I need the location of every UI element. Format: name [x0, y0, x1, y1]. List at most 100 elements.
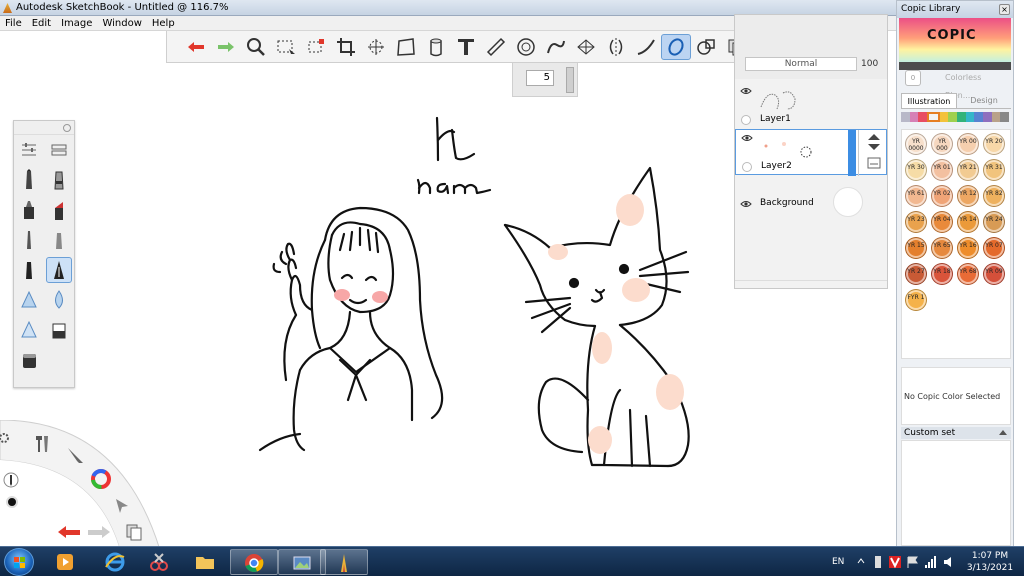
tab-illustration[interactable]: Illustration: [901, 93, 957, 108]
eye-icon[interactable]: [740, 200, 752, 208]
soft-brush[interactable]: [16, 287, 42, 313]
distort-button[interactable]: [391, 34, 421, 60]
lagoon-copy-button[interactable]: [124, 522, 144, 542]
ellipse-tool-button[interactable]: [661, 33, 691, 60]
custom-set-header[interactable]: Custom set: [901, 427, 1011, 439]
copic-swatch[interactable]: YR 18: [931, 263, 953, 285]
redo-button[interactable]: [211, 34, 241, 60]
lagoon-tools-button[interactable]: [32, 432, 52, 454]
copic-swatch[interactable]: YR 16: [957, 237, 979, 259]
copic-swatch[interactable]: YR 61: [905, 185, 927, 207]
usb-icon[interactable]: [872, 555, 884, 569]
menu-file[interactable]: File: [0, 16, 27, 30]
lagoon-brush-button[interactable]: [64, 444, 86, 466]
copic-swatch[interactable]: YR 01: [931, 159, 953, 181]
copic-swatch[interactable]: YR 30: [905, 159, 927, 181]
lasso-select-button[interactable]: [301, 34, 331, 60]
lagoon-redo-button[interactable]: [86, 522, 112, 542]
antivirus-icon[interactable]: [888, 555, 902, 569]
copic-swatch[interactable]: YR 12: [957, 185, 979, 207]
reorder-icon[interactable]: [859, 130, 889, 176]
eye-icon[interactable]: [740, 87, 752, 95]
airbrush-brush[interactable]: [46, 227, 72, 253]
canvas-drawing[interactable]: [200, 100, 720, 480]
lagoon-select-button[interactable]: [112, 496, 132, 516]
snipping-tool-button[interactable]: [136, 549, 184, 575]
symmetry-button[interactable]: [601, 34, 631, 60]
copic-swatch[interactable]: YR 15: [905, 237, 927, 259]
layer-row-selected[interactable]: Layer2: [735, 129, 889, 176]
zoom-button[interactable]: [241, 34, 271, 60]
system-clock[interactable]: 1:07 PM 3/13/2021: [960, 550, 1020, 574]
transform-button[interactable]: [361, 34, 391, 60]
hard-eraser-brush[interactable]: [46, 317, 72, 343]
blend-mode-select[interactable]: Normal: [745, 57, 857, 71]
copic-swatch[interactable]: YR 00: [957, 133, 979, 155]
file-explorer-button[interactable]: [182, 549, 230, 575]
background-layer-row[interactable]: Background: [735, 187, 887, 233]
shape-button[interactable]: [691, 34, 721, 60]
crop-button[interactable]: [331, 34, 361, 60]
copic-swatch[interactable]: YR 23: [905, 211, 927, 233]
copic-swatch[interactable]: YR 09: [983, 263, 1005, 285]
close-icon[interactable]: [63, 124, 71, 132]
fineliner-brush[interactable]: [16, 227, 42, 253]
copic-swatch[interactable]: YR 27: [905, 263, 927, 285]
copic-swatch[interactable]: YR 000: [931, 133, 953, 155]
sketchbook-taskbar-button[interactable]: [320, 549, 368, 575]
chisel-marker-brush[interactable]: [46, 197, 72, 223]
copic-swatch[interactable]: YR 04: [931, 211, 953, 233]
copic-swatch[interactable]: YR 31: [983, 159, 1005, 181]
rect-select-button[interactable]: [271, 34, 301, 60]
menu-image[interactable]: Image: [56, 16, 97, 30]
copic-swatch[interactable]: YR 20: [983, 133, 1005, 155]
start-button[interactable]: [4, 548, 34, 576]
internet-explorer-button[interactable]: [92, 549, 140, 575]
layer-opacity-value[interactable]: 100: [861, 57, 881, 71]
blender-brush[interactable]: [46, 287, 72, 313]
close-icon[interactable]: ×: [999, 4, 1010, 15]
copic-swatch[interactable]: YR 68: [957, 263, 979, 285]
brush-size-slider[interactable]: [566, 67, 574, 93]
brush-size-field[interactable]: 5: [526, 70, 554, 86]
layer-row[interactable]: Layer1: [735, 83, 887, 129]
copic-swatch[interactable]: FYR 1: [905, 289, 927, 311]
lagoon-color-button[interactable]: [90, 468, 112, 490]
eye-icon[interactable]: [741, 134, 753, 142]
copic-swatch[interactable]: YR 21: [957, 159, 979, 181]
copic-swatch[interactable]: YR 0000: [905, 133, 927, 155]
layer-lock-toggle[interactable]: [742, 162, 752, 172]
signal-icon[interactable]: [924, 555, 938, 569]
copic-family-strip[interactable]: [901, 112, 1010, 122]
background-color-swatch[interactable]: [833, 187, 863, 217]
ellipse-guide-button[interactable]: [511, 34, 541, 60]
soft-eraser-brush[interactable]: [16, 347, 42, 373]
menu-help[interactable]: Help: [147, 16, 180, 30]
undo-button[interactable]: [181, 34, 211, 60]
menu-window[interactable]: Window: [97, 16, 146, 30]
colorless-blender[interactable]: 0 Colorless Blen...: [903, 69, 1009, 100]
text-button[interactable]: [451, 34, 481, 60]
lagoon-dot-button[interactable]: [6, 496, 18, 508]
copic-swatch[interactable]: YR 82: [983, 185, 1005, 207]
brush-list-button[interactable]: [46, 137, 72, 163]
ballpoint-brush[interactable]: [46, 167, 72, 193]
stroke-button[interactable]: [631, 34, 661, 60]
marker-brush[interactable]: [16, 197, 42, 223]
photo-viewer-button[interactable]: [278, 549, 326, 575]
french-curve-button[interactable]: [541, 34, 571, 60]
tab-design[interactable]: Design: [957, 93, 1011, 108]
pencil-brush[interactable]: [16, 167, 42, 193]
brush-palette-header[interactable]: [14, 121, 74, 135]
copic-title-bar[interactable]: Copic Library ×: [897, 1, 1013, 18]
volume-icon[interactable]: [942, 555, 956, 569]
perspective-button[interactable]: [571, 34, 601, 60]
fill-button[interactable]: [421, 34, 451, 60]
copic-swatch[interactable]: YR 65: [931, 237, 953, 259]
collapse-icon[interactable]: [999, 430, 1007, 435]
chrome-button[interactable]: [230, 549, 278, 575]
media-player-button[interactable]: [42, 549, 90, 575]
chevron-up-icon[interactable]: [856, 556, 866, 566]
copic-swatch[interactable]: YR 24: [983, 211, 1005, 233]
copic-swatch[interactable]: YR 07: [983, 237, 1005, 259]
